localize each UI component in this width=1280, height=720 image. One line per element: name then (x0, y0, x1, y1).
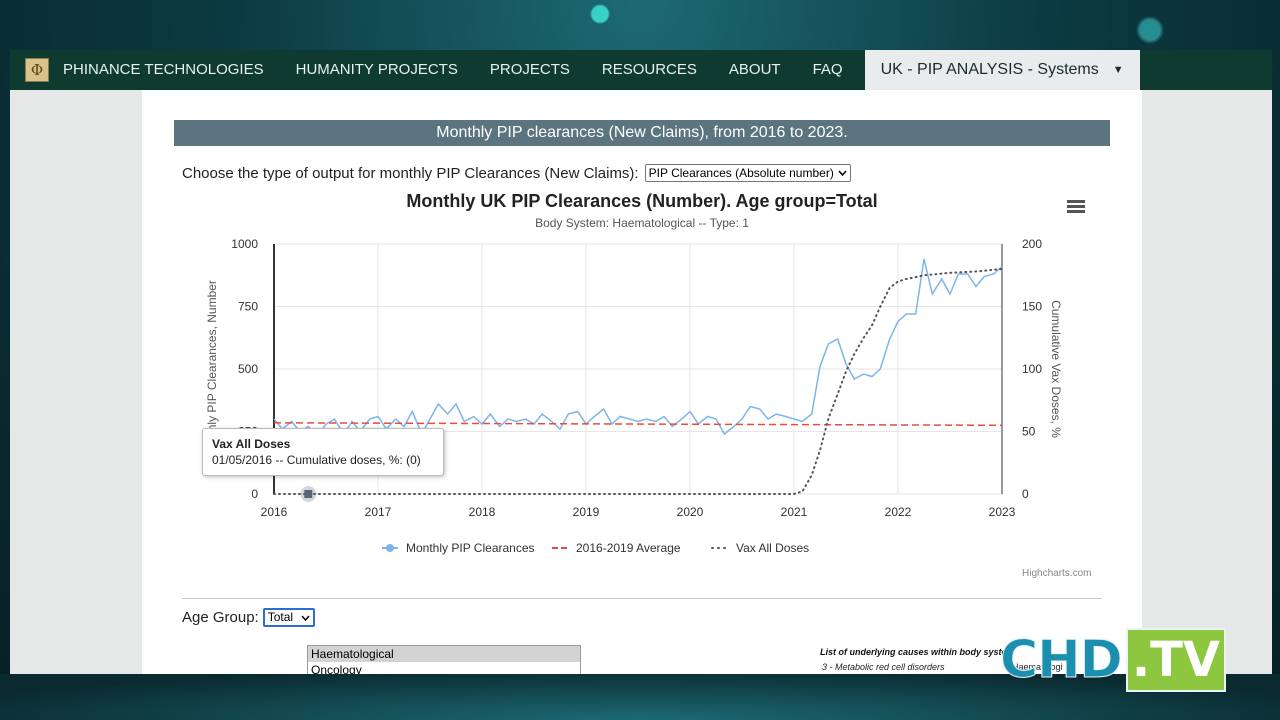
legend-label: 2016-2019 Average (576, 541, 681, 555)
divider (182, 598, 1102, 599)
output-type-value: PIP Clearances (Absolute number) (648, 166, 834, 180)
causes-title: List of underlying causes within body sy… (820, 647, 1015, 657)
nav-active-label: UK - PIP ANALYSIS - Systems (880, 61, 1099, 78)
chevron-down-icon (838, 170, 847, 176)
chevron-down-icon (301, 615, 310, 621)
caret-down-icon: ▼ (1112, 64, 1124, 76)
chd-logo-text: CHD (1000, 630, 1124, 691)
chd-tv-logo: CHD .TV (1000, 628, 1226, 692)
legend-label: Monthly PIP Clearances (406, 541, 535, 555)
x-tick-label: 2022 (885, 505, 912, 519)
y-tick-label: 1000 (231, 237, 258, 251)
age-group-label: Age Group: (182, 609, 259, 626)
x-tick-label: 2021 (781, 505, 808, 519)
y2-tick-label: 100 (1022, 362, 1042, 376)
age-group-row: Age Group: Total (182, 608, 316, 627)
hover-marker (304, 490, 313, 498)
nav-projects[interactable]: PROJECTS (474, 50, 586, 90)
legend-marker (386, 544, 394, 552)
y2-tick-label: 150 (1022, 300, 1042, 314)
chart-svg: 2016201720182019202020212022202302505007… (205, 237, 1063, 555)
body-system-option[interactable]: Haematological (308, 646, 580, 662)
y2-tick-label: 200 (1022, 237, 1042, 251)
section-header: Monthly PIP clearances (New Claims), fro… (174, 120, 1110, 146)
y2-axis-title: Cumulative Vax Doses, % (1049, 300, 1063, 438)
x-tick-label: 2019 (573, 505, 600, 519)
body-system-listbox[interactable]: Haematological Oncology (307, 645, 581, 674)
body-system-option[interactable]: Oncology (308, 662, 580, 674)
browser-viewport: Φ PHINANCE TECHNOLOGIES HUMANITY PROJECT… (10, 50, 1272, 674)
nav-faq[interactable]: FAQ (797, 50, 859, 90)
nav-humanity-projects[interactable]: HUMANITY PROJECTS (280, 50, 474, 90)
x-tick-label: 2020 (677, 505, 704, 519)
x-tick-label: 2018 (469, 505, 496, 519)
y2-tick-label: 0 (1022, 487, 1029, 501)
nav-uk-pip-analysis-dropdown[interactable]: UK - PIP ANALYSIS - Systems ▼ (864, 50, 1140, 90)
page-content: Monthly PIP clearances (New Claims), fro… (142, 90, 1142, 674)
tooltip-title: Vax All Doses (212, 437, 291, 451)
brand-logo-icon[interactable]: Φ (25, 58, 49, 82)
age-group-value: Total (267, 610, 294, 624)
y2-tick-label: 50 (1022, 425, 1036, 439)
age-group-select[interactable]: Total (262, 608, 316, 627)
x-tick-label: 2023 (989, 505, 1016, 519)
chart-tooltip: Vax All Doses 01/05/2016 -- Cumulative d… (202, 428, 444, 476)
y-tick-label: 0 (251, 487, 258, 501)
top-navbar: Φ PHINANCE TECHNOLOGIES HUMANITY PROJECT… (10, 50, 1272, 90)
legend-label: Vax All Doses (736, 541, 809, 555)
x-tick-label: 2017 (365, 505, 392, 519)
tooltip-body: 01/05/2016 -- Cumulative doses, %: (0) (212, 453, 421, 467)
output-type-row: Choose the type of output for monthly PI… (182, 164, 851, 182)
nav-brand[interactable]: PHINANCE TECHNOLOGIES (49, 50, 280, 90)
nav-resources[interactable]: RESOURCES (586, 50, 713, 90)
output-type-select[interactable]: PIP Clearances (Absolute number) (644, 164, 851, 182)
causes-list-item: 3 - Metabolic red cell disorders (822, 662, 945, 672)
tv-logo-box: .TV (1125, 628, 1226, 692)
y-tick-label: 500 (238, 362, 258, 376)
y-tick-label: 750 (238, 300, 258, 314)
x-tick-label: 2016 (261, 505, 288, 519)
output-type-label: Choose the type of output for monthly PI… (182, 164, 639, 182)
chart-container: Monthly UK PIP Clearances (Number). Age … (142, 186, 1142, 606)
highcharts-credit[interactable]: Highcharts.com (1022, 568, 1091, 579)
nav-about[interactable]: ABOUT (713, 50, 797, 90)
